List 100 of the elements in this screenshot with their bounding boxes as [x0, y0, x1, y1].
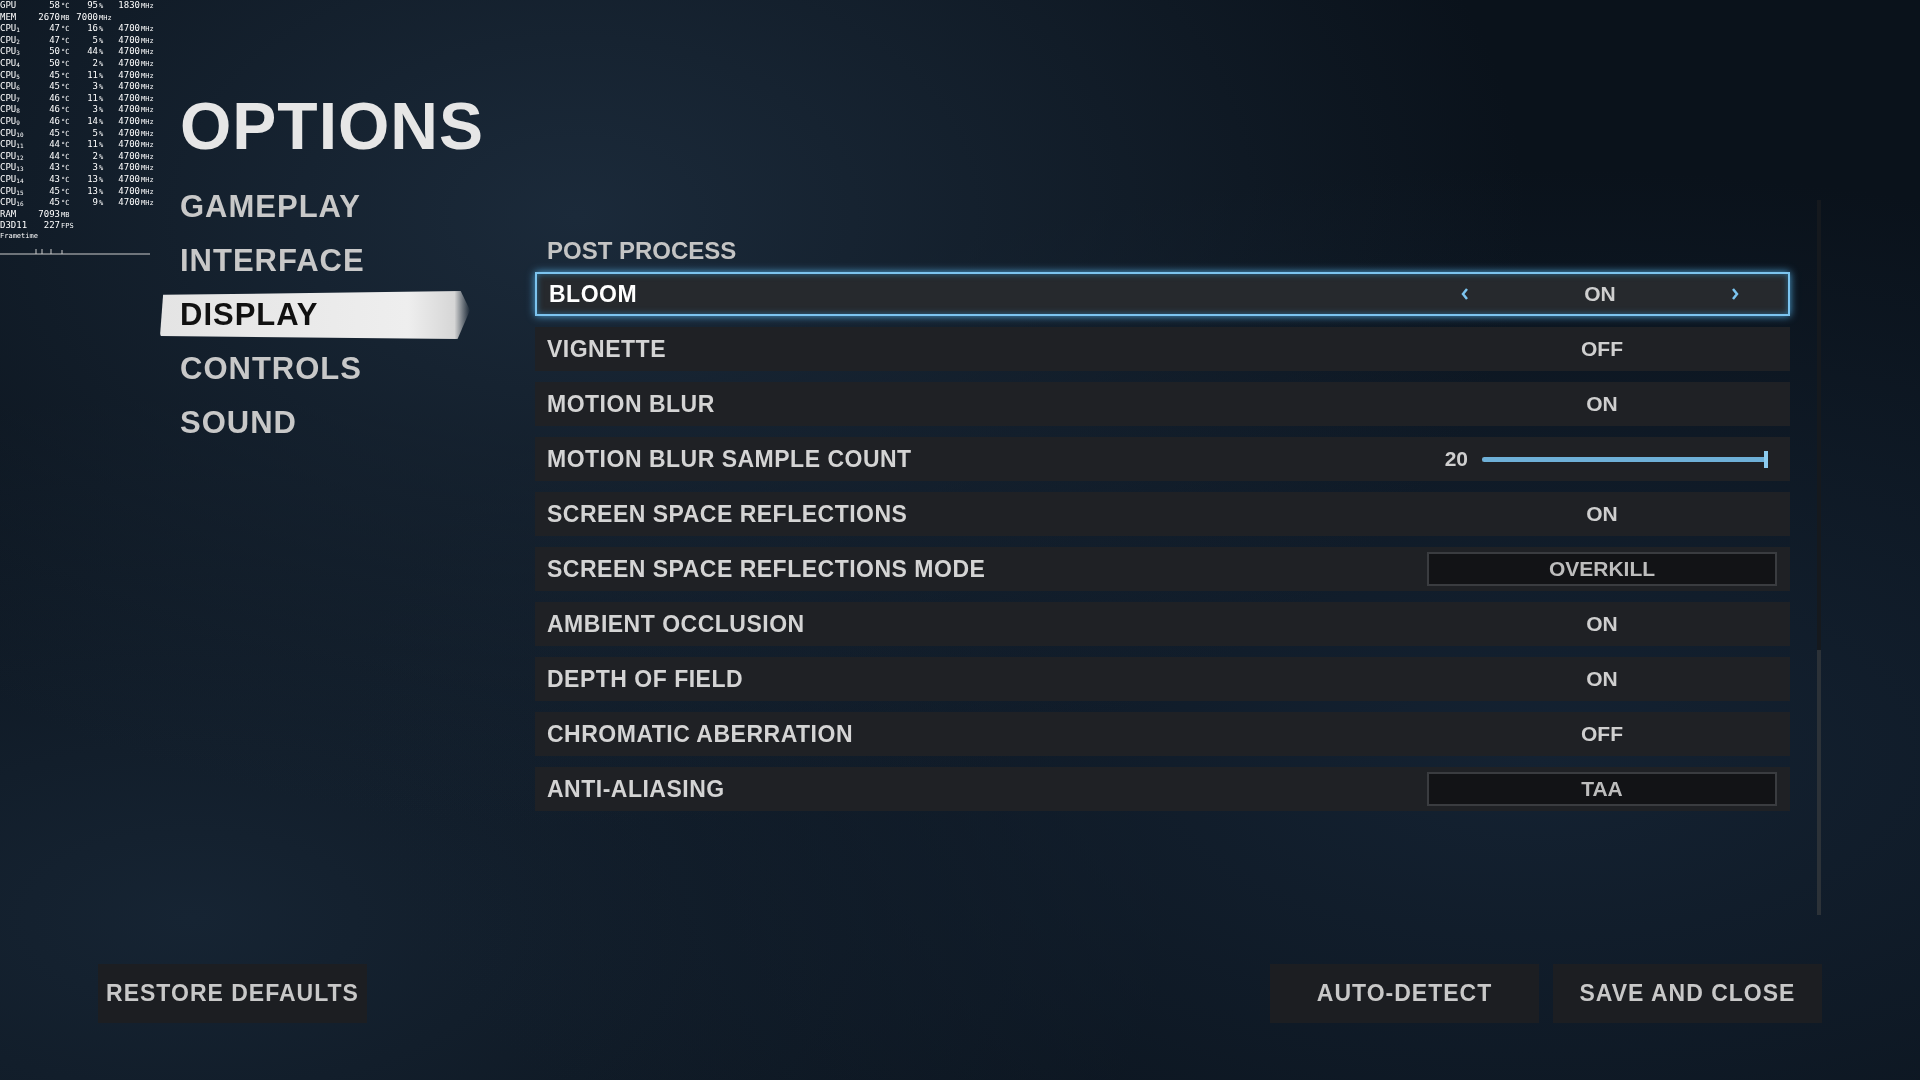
nav-tab[interactable]: INTERFACE [160, 234, 470, 288]
overlay-value: 227 [42, 220, 60, 231]
overlay-label: CPU$_{3}$ [0, 46, 21, 57]
setting-row[interactable]: VIGNETTE OFF [535, 327, 1790, 371]
nav-tab[interactable]: GAMEPLAY [160, 180, 470, 234]
overlay-value: 4700 [117, 81, 140, 92]
setting-row[interactable]: BLOOM ON [535, 272, 1790, 316]
chevron-right-icon[interactable] [1730, 287, 1740, 301]
setting-value: ON [1586, 502, 1618, 526]
overlay-label: CPU$_{16}$ [0, 197, 25, 208]
overlay-value: 7000 [75, 11, 98, 23]
overlay-value: 5 [91, 127, 98, 139]
overlay-value: 13 [86, 185, 98, 197]
overlay-value: 14 [86, 115, 98, 127]
overlay-value: 4700 [117, 127, 140, 139]
overlay-value: 4700 [117, 150, 140, 162]
setting-row[interactable]: MOTION BLUR SAMPLE COUNT 20 [535, 437, 1790, 481]
overlay-value: 43 [48, 162, 60, 173]
nav-tab[interactable]: SOUND [160, 396, 470, 450]
overlay-value: 11 [86, 69, 98, 81]
overlay-value: 4700 [117, 162, 140, 173]
overlay-label: GPU [0, 0, 18, 11]
setting-label: SCREEN SPACE REFLECTIONS MODE [547, 555, 987, 583]
overlay-value: 45 [48, 185, 60, 197]
menu-button[interactable]: AUTO-DETECT [1270, 964, 1539, 1023]
overlay-label: CPU$_{1}$ [0, 23, 21, 34]
overlay-value: 45 [48, 81, 60, 92]
dropdown-field[interactable]: OVERKILL [1427, 552, 1777, 586]
setting-label: BLOOM [549, 280, 639, 308]
setting-label: AMBIENT OCCLUSION [547, 610, 806, 638]
menu-button[interactable]: RESTORE DEFAULTS [98, 964, 367, 1023]
setting-row[interactable]: CHROMATIC ABERRATION OFF [535, 712, 1790, 756]
overlay-value: 16 [86, 23, 98, 34]
setting-value: OFF [1581, 337, 1623, 361]
overlay-value: 45 [48, 69, 60, 81]
setting-label: DEPTH OF FIELD [547, 665, 745, 693]
nav-tab[interactable]: DISPLAY [160, 291, 470, 339]
overlay-label: CPU$_{6}$ [0, 81, 21, 92]
overlay-label: D3D11 [0, 220, 29, 231]
overlay-value: 58 [48, 0, 60, 11]
setting-value: ON [1586, 667, 1618, 691]
overlay-label: CPU$_{5}$ [0, 69, 21, 81]
overlay-value: 3 [91, 81, 98, 92]
slider-handle[interactable] [1764, 450, 1768, 468]
menu-button[interactable]: SAVE AND CLOSE [1553, 964, 1822, 1023]
overlay-value: 4700 [117, 92, 140, 104]
overlay-value: 46 [48, 92, 60, 104]
section-heading: POST PROCESS [546, 238, 738, 264]
overlay-label: CPU$_{2}$ [0, 34, 21, 46]
overlay-value: 4700 [117, 104, 140, 115]
overlay-value: 3 [91, 162, 98, 173]
overlay-value: 4700 [117, 173, 140, 185]
overlay-label: CPU$_{9}$ [0, 115, 21, 127]
overlay-value: 4700 [117, 23, 140, 34]
overlay-value: 4700 [117, 115, 140, 127]
overlay-value: 1830 [117, 0, 140, 11]
overlay-value: 4700 [117, 185, 140, 197]
overlay-value: 45 [48, 197, 60, 208]
overlay-value: 9 [91, 197, 98, 208]
overlay-label: MEM [0, 11, 18, 23]
overlay-value: 4700 [117, 139, 140, 150]
setting-row[interactable]: MOTION BLUR ON [535, 382, 1790, 426]
setting-row[interactable]: AMBIENT OCCLUSION ON [535, 602, 1790, 646]
nav-tab[interactable]: CONTROLS [160, 342, 470, 396]
setting-label: MOTION BLUR [547, 390, 716, 418]
overlay-value: 4700 [117, 197, 140, 208]
overlay-value: 44 [48, 139, 60, 150]
setting-value: OFF [1581, 722, 1623, 746]
overlay-value: 2 [91, 57, 98, 69]
overlay-label: CPU$_{10}$ [0, 127, 25, 139]
setting-label: CHROMATIC ABERRATION [547, 720, 854, 748]
overlay-value: 44 [48, 150, 60, 162]
setting-row[interactable]: DEPTH OF FIELD ON [535, 657, 1790, 701]
overlay-value: 46 [48, 115, 60, 127]
overlay-value: 46 [48, 104, 60, 115]
setting-label: MOTION BLUR SAMPLE COUNT [547, 445, 913, 473]
overlay-value: 95 [86, 0, 98, 11]
overlay-value: 4700 [117, 69, 140, 81]
overlay-value: 43 [48, 173, 60, 185]
overlay-value: 2 [91, 150, 98, 162]
setting-row[interactable]: ANTI-ALIASING TAA [535, 767, 1790, 811]
chevron-left-icon[interactable] [1460, 287, 1470, 301]
setting-label: ANTI-ALIASING [547, 775, 726, 803]
overlay-label: CPU$_{4}$ [0, 57, 21, 69]
overlay-value: 44 [86, 46, 98, 57]
overlay-value: 3 [91, 104, 98, 115]
setting-row[interactable]: SCREEN SPACE REFLECTIONS ON [535, 492, 1790, 536]
setting-value: ON [1584, 282, 1616, 306]
overlay-value: 7093 [37, 208, 60, 220]
overlay-value: 13 [86, 173, 98, 185]
overlay-value: 11 [86, 92, 98, 104]
overlay-label: CPU$_{8}$ [0, 104, 21, 115]
overlay-label: CPU$_{15}$ [0, 185, 25, 197]
overlay-value: 2670 [37, 11, 60, 23]
dropdown-field[interactable]: TAA [1427, 772, 1777, 806]
overlay-value: 47 [48, 34, 60, 46]
overlay-value: 4700 [117, 46, 140, 57]
setting-label: SCREEN SPACE REFLECTIONS [547, 500, 909, 528]
overlay-label: CPU$_{13}$ [0, 162, 25, 173]
setting-row[interactable]: SCREEN SPACE REFLECTIONS MODE OVERKILL [535, 547, 1790, 591]
